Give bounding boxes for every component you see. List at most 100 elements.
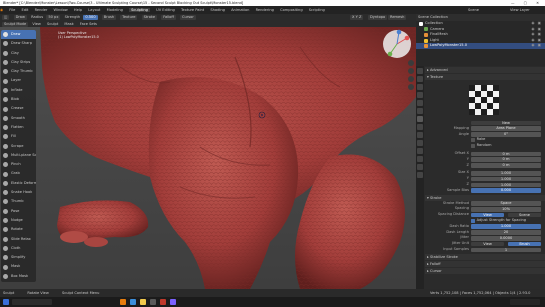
angle-field[interactable]: 0°: [471, 132, 541, 137]
size-x-field[interactable]: 1.000: [471, 170, 541, 176]
search-box[interactable]: [12, 299, 52, 305]
scene-tab-icon[interactable]: [417, 100, 423, 106]
spacing-distance-view[interactable]: View: [471, 212, 504, 218]
menu-file[interactable]: File: [9, 8, 15, 12]
tool-rotate[interactable]: Rotate: [1, 225, 36, 234]
size-y-field[interactable]: 1.000: [471, 176, 541, 182]
brush-selector[interactable]: Draw: [13, 14, 27, 20]
system-tray[interactable]: [510, 299, 540, 305]
input-samples-field[interactable]: 1: [471, 247, 541, 253]
workspace-tab-compositing[interactable]: Compositing: [280, 8, 303, 12]
menu-sculpt[interactable]: Sculpt: [47, 22, 58, 26]
tool-fill[interactable]: Fill: [1, 132, 36, 141]
dash-ratio-field[interactable]: 1.000: [471, 224, 541, 229]
tool-slide-relax[interactable]: Slide Relax: [1, 235, 36, 244]
menu-texture[interactable]: Texture: [120, 14, 138, 20]
tool-clay-strips[interactable]: Clay Strips: [1, 58, 36, 67]
menu-window[interactable]: Window: [54, 8, 68, 12]
tool-scrape[interactable]: Scrape: [1, 142, 36, 151]
dash-length-field[interactable]: 20: [471, 230, 541, 235]
tool-pinch[interactable]: Pinch: [1, 160, 36, 169]
menu-face-sets[interactable]: Face Sets: [80, 22, 97, 26]
workspace-tab-uv-editing[interactable]: UV Editing: [156, 8, 175, 12]
tool-multi-plane-scrape[interactable]: Multi-plane Scrape: [1, 151, 36, 160]
offset-y-field[interactable]: 0 m: [471, 157, 541, 162]
tool-smooth[interactable]: Smooth: [1, 114, 36, 123]
tool-simplify[interactable]: Simplify: [1, 253, 36, 262]
view-layer-tab-icon[interactable]: [417, 92, 423, 98]
constraints-tab-icon[interactable]: [417, 148, 423, 154]
tool-crease[interactable]: Crease: [1, 104, 36, 113]
tool-draw[interactable]: Draw: [1, 30, 36, 40]
world-tab-icon[interactable]: [417, 108, 423, 114]
menu-brush[interactable]: Brush: [101, 14, 117, 20]
menu-falloff[interactable]: Falloff: [161, 14, 176, 20]
tool-pose[interactable]: Pose: [1, 207, 36, 216]
camera-view-icon[interactable]: [408, 76, 414, 82]
start-menu-icon[interactable]: [3, 299, 9, 305]
menu-mask[interactable]: Mask: [64, 22, 73, 26]
media-app-icon[interactable]: [170, 299, 176, 305]
tool-clay[interactable]: Clay: [1, 49, 36, 58]
tool-mask[interactable]: Mask: [1, 262, 36, 271]
render-tab-icon[interactable]: [417, 76, 423, 82]
menu-help[interactable]: Help: [74, 8, 82, 12]
perspective-toggle-icon[interactable]: [408, 84, 414, 90]
menu-edit[interactable]: Edit: [21, 8, 28, 12]
tool-snake-hook[interactable]: Snake Hook: [1, 188, 36, 197]
record-app-icon[interactable]: [160, 299, 166, 305]
tool-clay-thumb[interactable]: Clay Thumb: [1, 67, 36, 76]
dyntopo-menu[interactable]: Dyntopo: [368, 15, 388, 20]
workspace-tab-texture-paint[interactable]: Texture Paint: [181, 8, 204, 12]
app-taskbar-icon[interactable]: [150, 299, 156, 305]
remesh-menu[interactable]: Remesh: [388, 15, 407, 20]
modifier-tab-icon[interactable]: [417, 124, 423, 130]
falloff-section-header[interactable]: ▸ Falloff: [425, 260, 545, 267]
visibility-toggle-icon[interactable]: ◉ ▣: [531, 43, 542, 49]
gizmo-y-axis-icon[interactable]: [387, 51, 393, 57]
texture-tab-icon[interactable]: [417, 172, 423, 178]
file-explorer-icon[interactable]: [140, 299, 146, 305]
menu-stroke[interactable]: Stroke: [141, 14, 158, 20]
spacing-field[interactable]: 10%: [471, 206, 541, 212]
size-z-field[interactable]: 1.000: [471, 182, 541, 188]
gizmo-x-axis-icon[interactable]: [404, 35, 410, 41]
particles-tab-icon[interactable]: [417, 132, 423, 138]
tool-thumb[interactable]: Thumb: [1, 197, 36, 206]
tool-draw-sharp[interactable]: Draw Sharp: [1, 39, 36, 48]
blender-taskbar-icon[interactable]: [120, 299, 126, 305]
offset-x-field[interactable]: 0 m: [471, 151, 541, 157]
menu-render[interactable]: Render: [35, 8, 48, 12]
output-tab-icon[interactable]: [417, 84, 423, 90]
stroke-method-dropdown[interactable]: Space: [471, 201, 541, 206]
view-layer-selector[interactable]: View Layer: [510, 6, 530, 14]
strength-field[interactable]: 0.500: [83, 14, 98, 20]
advanced-section-header[interactable]: ▸ Advanced: [425, 67, 545, 73]
sample-bias-field[interactable]: 0.000: [471, 188, 541, 193]
pan-hand-icon[interactable]: [408, 68, 414, 74]
tool-layer[interactable]: Layer: [1, 76, 36, 85]
jitter-field[interactable]: 0.0000: [471, 235, 541, 241]
workspace-tab-shading[interactable]: Shading: [210, 8, 225, 12]
tool-inflate[interactable]: Inflate: [1, 86, 36, 95]
zoom-icon[interactable]: [408, 60, 414, 66]
object-tab-icon[interactable]: [417, 116, 423, 122]
symmetry-toggles[interactable]: X Y Z: [350, 15, 364, 20]
workspace-tab-rendering[interactable]: Rendering: [256, 8, 274, 12]
workspace-tab-animation[interactable]: Animation: [231, 8, 249, 12]
cursor-section-header[interactable]: ▸ Cursor: [425, 267, 545, 274]
tool-flatten[interactable]: Flatten: [1, 123, 36, 132]
tool-blob[interactable]: Blob: [1, 95, 36, 104]
tool-box-mask[interactable]: Box Mask: [1, 272, 36, 281]
tool-grab[interactable]: Grab: [1, 169, 36, 178]
tool-tab-icon[interactable]: [417, 68, 423, 74]
3d-viewport[interactable]: User Perspective (1) LowPolyMonster15.0: [0, 27, 416, 289]
blender-logo-icon[interactable]: ◉: [0, 8, 3, 12]
physics-tab-icon[interactable]: [417, 140, 423, 146]
workspace-tab-scripting[interactable]: Scripting: [309, 8, 325, 12]
scene-selector[interactable]: Scene: [468, 6, 479, 14]
data-tab-icon[interactable]: [417, 156, 423, 162]
menu-view[interactable]: View: [32, 22, 41, 26]
gizmo-z-axis-icon[interactable]: [396, 29, 402, 35]
outliner-item[interactable]: LowPolyMonster15.0 ◉ ▣: [416, 43, 545, 49]
